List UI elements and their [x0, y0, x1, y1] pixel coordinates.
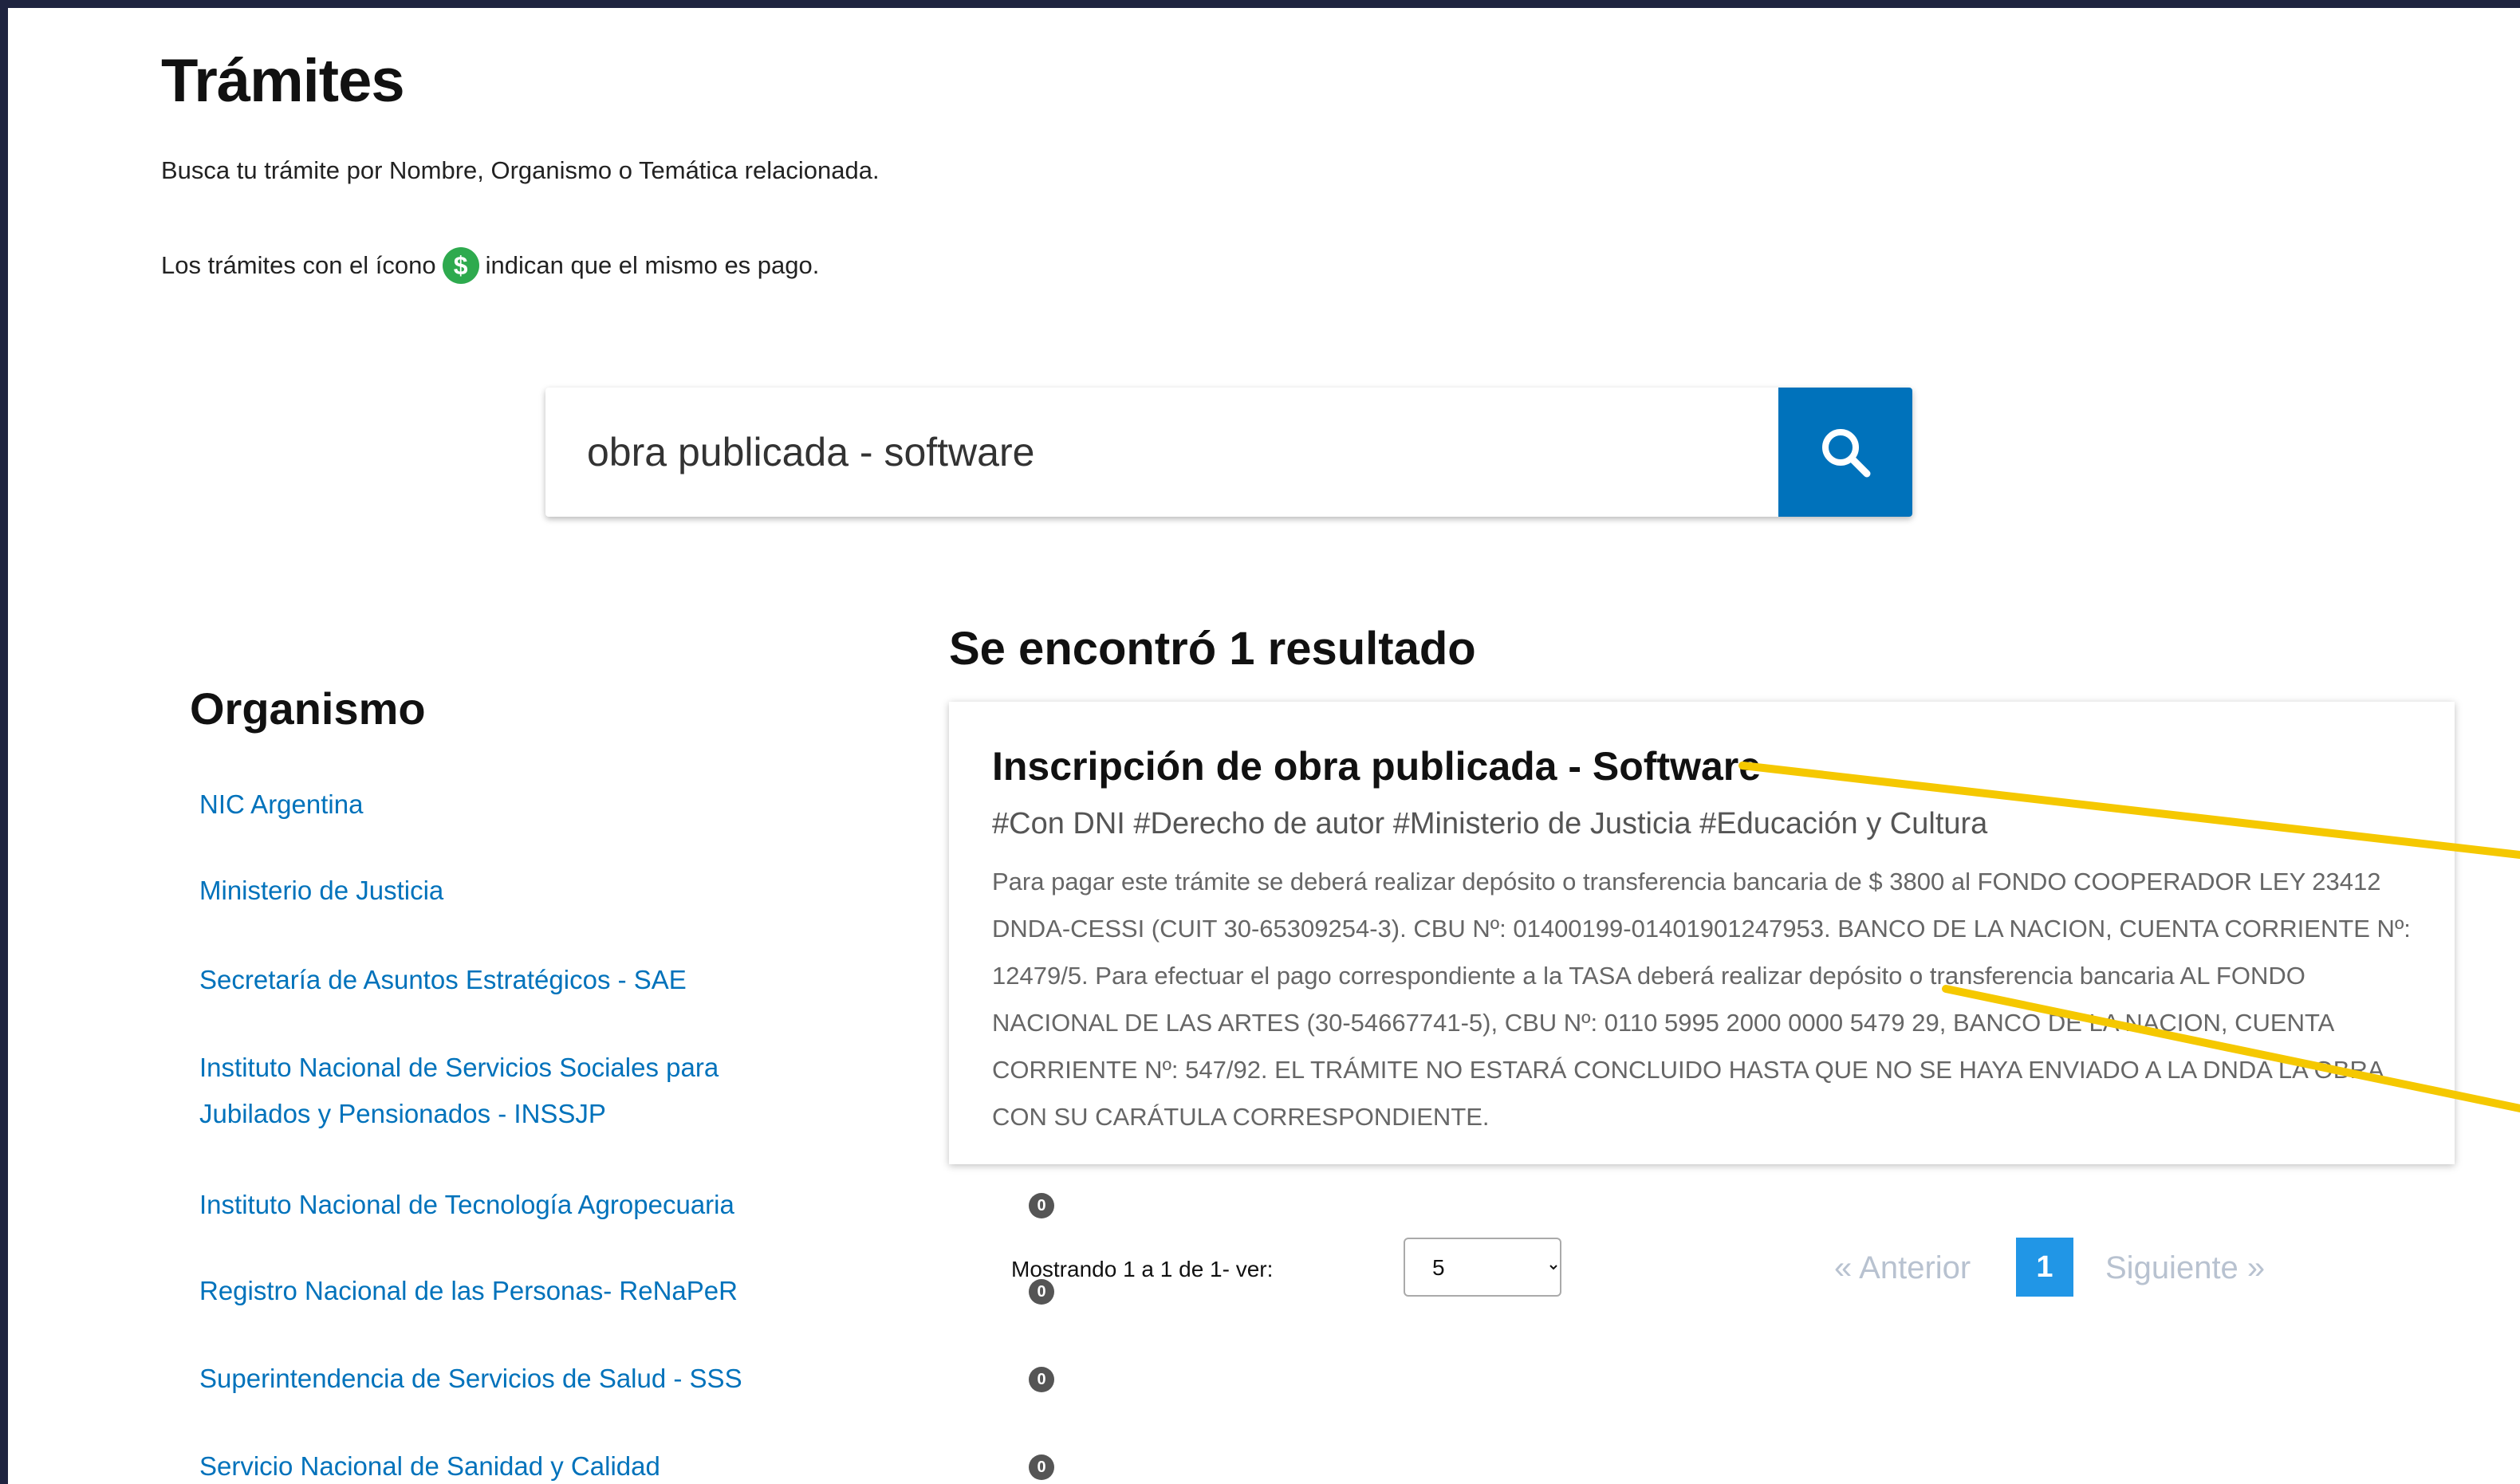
page-canvas: Trámites Busca tu trámite por Nombre, Or…: [8, 8, 2520, 1484]
annotation-line-title: [1738, 762, 2520, 859]
annotation-line-tasa: [1942, 985, 2520, 1112]
annotation-arrows: [1738, 762, 2520, 1112]
